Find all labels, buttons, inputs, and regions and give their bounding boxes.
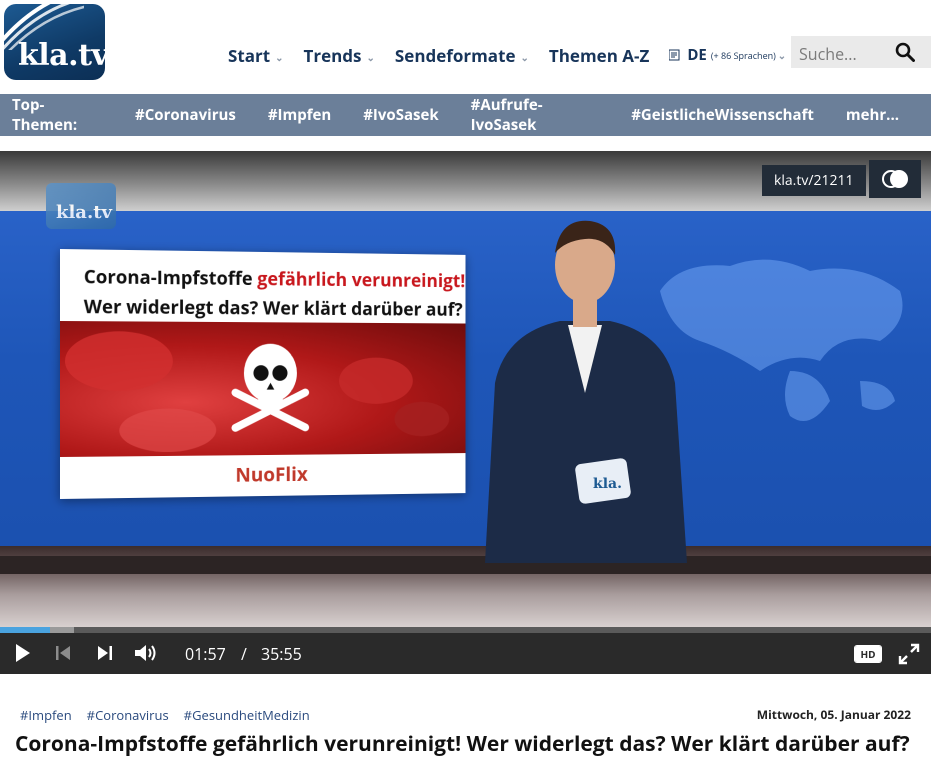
topic-tag-coronavirus[interactable]: #Coronavirus bbox=[135, 105, 236, 125]
quality-hd-button[interactable]: HD bbox=[854, 645, 882, 663]
duration: 35:55 bbox=[261, 643, 302, 665]
article-tag-gesundheitmedizin[interactable]: #GesundheitMedizin bbox=[184, 706, 310, 724]
nuoflix-brand: NuoFlix bbox=[235, 460, 308, 488]
svg-text:kla.: kla. bbox=[593, 476, 622, 492]
nav-themen-a-z[interactable]: Themen A-Z bbox=[549, 44, 649, 67]
volume-icon[interactable] bbox=[134, 643, 158, 663]
video-headline-panel: Corona-Impfstoffe gefährlich verunreinig… bbox=[60, 249, 466, 499]
logo-text: kla.tv bbox=[18, 38, 105, 73]
chevron-down-icon: ⌄ bbox=[777, 48, 787, 62]
contrast-icon bbox=[882, 170, 908, 188]
nav-trends-label: Trends bbox=[303, 43, 362, 67]
language-code: DE bbox=[687, 45, 707, 65]
chevron-down-icon: ⌄ bbox=[366, 49, 375, 64]
quality-label: HD bbox=[855, 646, 881, 662]
nav-themen-label: Themen A-Z bbox=[548, 43, 650, 67]
nav-sendeformate-label: Sendeformate bbox=[394, 43, 516, 67]
skull-icon bbox=[228, 343, 313, 436]
chevron-down-icon: ⌄ bbox=[275, 49, 284, 64]
chevron-down-icon: ⌄ bbox=[520, 49, 529, 64]
video-id-badge[interactable]: kla.tv/21211 bbox=[762, 165, 866, 196]
main-nav: Start ⌄ Trends ⌄ Sendeformate ⌄ Themen A… bbox=[228, 42, 786, 68]
nav-trends[interactable]: Trends ⌄ bbox=[304, 44, 375, 67]
video-player[interactable]: kla.tv Corona-Impfstoffe gefährlich veru… bbox=[0, 151, 931, 674]
nav-start[interactable]: Start ⌄ bbox=[228, 44, 284, 67]
topic-tag-ivosasek[interactable]: #IvoSasek bbox=[363, 105, 438, 125]
article-tags: #Impfen #Coronavirus #GesundheitMedizin bbox=[20, 706, 325, 724]
panel-headline-red: gefährlich verunreinigt! bbox=[257, 265, 466, 294]
nav-start-label: Start bbox=[228, 43, 271, 67]
topic-tag-geistlichewissenschaft[interactable]: #GeistlicheWissenschaft bbox=[631, 105, 814, 125]
contrast-toggle-button[interactable] bbox=[869, 160, 921, 198]
article-tag-coronavirus[interactable]: #Coronavirus bbox=[87, 706, 169, 724]
article-tag-impfen[interactable]: #Impfen bbox=[20, 706, 72, 724]
kla-tv-logo[interactable]: kla.tv bbox=[4, 4, 105, 80]
top-topics-bar: Top-Themen: #Coronavirus #Impfen #IvoSas… bbox=[0, 94, 931, 136]
fullscreen-icon[interactable] bbox=[898, 643, 920, 665]
language-selector[interactable]: DE (+ 86 Sprachen) ⌄ bbox=[669, 45, 786, 65]
panel-headline-black: Corona-Impfstoffe bbox=[83, 263, 253, 291]
language-flag-icon bbox=[669, 49, 680, 61]
video-controls-bar: 01:57 / 35:55 HD bbox=[0, 633, 931, 674]
video-frame[interactable]: kla.tv Corona-Impfstoffe gefährlich veru… bbox=[0, 151, 931, 627]
video-watermark-logo: kla.tv bbox=[46, 183, 116, 229]
search-placeholder: Suche... bbox=[799, 43, 857, 65]
article-title: Corona-Impfstoffe gefährlich verunreinig… bbox=[15, 730, 910, 758]
topic-more-link[interactable]: mehr... bbox=[846, 105, 899, 125]
previous-icon[interactable] bbox=[55, 643, 71, 663]
search-icon[interactable] bbox=[895, 42, 915, 62]
search-input[interactable]: Suche... bbox=[791, 36, 931, 68]
next-icon[interactable] bbox=[97, 643, 113, 663]
article-date: Mittwoch, 05. Januar 2022 bbox=[756, 706, 911, 723]
presenter-figure: kla. bbox=[485, 220, 687, 563]
current-time: 01:57 bbox=[185, 643, 226, 665]
time-separator: / bbox=[241, 643, 247, 665]
top-topics-label: Top-Themen: bbox=[12, 95, 78, 135]
topic-tag-aufrufe-ivosasek[interactable]: #Aufrufe-IvoSasek bbox=[471, 95, 600, 135]
play-icon[interactable] bbox=[14, 643, 32, 663]
panel-headline-line1: Corona-Impfstoffe gefährlich verunreinig… bbox=[84, 263, 465, 293]
panel-headline-line2: Wer widerlegt das? Wer klärt darüber auf… bbox=[83, 293, 463, 322]
video-watermark-text: kla.tv bbox=[56, 202, 113, 223]
language-more: (+ 86 Sprachen) bbox=[710, 48, 776, 62]
nav-sendeformate[interactable]: Sendeformate ⌄ bbox=[395, 44, 529, 67]
topic-tag-impfen[interactable]: #Impfen bbox=[268, 105, 331, 125]
